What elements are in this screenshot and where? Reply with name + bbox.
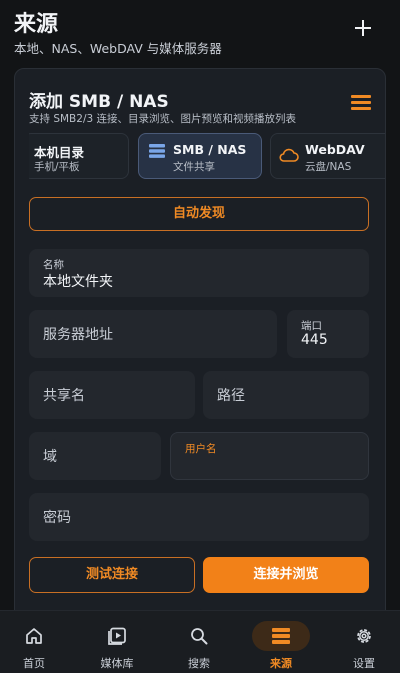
password-placeholder: 密码: [43, 510, 71, 526]
path-placeholder: 路径: [217, 388, 245, 404]
library-icon: [108, 627, 126, 645]
test-connection-button[interactable]: 测试连接: [29, 557, 195, 593]
source-type-selector: 本机目录 手机/平板 SMB / NAS 文件共享 WebDAV 云盘/NAS: [29, 133, 385, 181]
nav-sources[interactable]: 来源: [241, 611, 321, 673]
server-address-field[interactable]: 服务器地址: [29, 310, 277, 358]
username-field[interactable]: 用户名: [170, 432, 369, 480]
name-value: 本地文件夹: [43, 274, 113, 290]
connect-browse-button[interactable]: 连接并浏览: [203, 557, 369, 593]
nav-home[interactable]: 首页: [0, 611, 74, 673]
domain-placeholder: 域: [43, 449, 57, 465]
path-field[interactable]: 路径: [203, 371, 369, 419]
name-label: 名称: [43, 259, 64, 271]
type-smb-sub: 文件共享: [173, 161, 215, 173]
auto-discover-button[interactable]: 自动发现: [29, 197, 369, 231]
password-field[interactable]: 密码: [29, 493, 369, 541]
domain-field[interactable]: 域: [29, 432, 161, 480]
username-label: 用户名: [185, 443, 217, 455]
add-source-button[interactable]: [354, 19, 372, 37]
nav-search-label: 搜索: [188, 657, 210, 670]
name-field[interactable]: 名称 本地文件夹: [29, 249, 369, 297]
port-value: 445: [301, 332, 328, 348]
sources-icon: [272, 628, 290, 644]
bottom-navigation: 首页 媒体库 搜索 来源 设置: [0, 610, 400, 673]
type-local-folder[interactable]: 本机目录 手机/平板: [29, 133, 129, 179]
nav-library-label: 媒体库: [100, 657, 134, 670]
nav-settings-label: 设置: [353, 657, 375, 670]
server-address-placeholder: 服务器地址: [43, 327, 113, 343]
add-smb-card: 添加 SMB / NAS 支持 SMB2/3 连接、目录浏览、图片预览和视频播放…: [14, 68, 386, 630]
type-webdav-label: WebDAV: [305, 142, 365, 157]
search-icon: [191, 628, 208, 645]
port-label: 端口: [301, 320, 322, 332]
card-description: 支持 SMB2/3 连接、目录浏览、图片预览和视频播放列表: [29, 113, 297, 125]
nav-library[interactable]: 媒体库: [77, 611, 157, 673]
cloud-icon: [279, 148, 299, 162]
nav-search[interactable]: 搜索: [159, 611, 239, 673]
port-field[interactable]: 端口 445: [287, 310, 369, 358]
server-icon: [149, 144, 165, 158]
gear-icon: [357, 629, 371, 643]
page-subtitle: 本地、NAS、WebDAV 与媒体服务器: [14, 41, 222, 56]
page-title: 来源: [14, 12, 59, 37]
nav-sources-label: 来源: [270, 657, 292, 670]
share-name-field[interactable]: 共享名: [29, 371, 195, 419]
type-local-sub: 手机/平板: [34, 161, 80, 173]
stack-menu-icon[interactable]: [351, 95, 371, 111]
type-smb-nas[interactable]: SMB / NAS 文件共享: [138, 133, 262, 179]
card-title: 添加 SMB / NAS: [29, 92, 169, 112]
nav-settings[interactable]: 设置: [324, 611, 400, 673]
page-header: 来源 本地、NAS、WebDAV 与媒体服务器: [0, 0, 400, 62]
type-webdav[interactable]: WebDAV 云盘/NAS: [270, 133, 385, 179]
type-smb-label: SMB / NAS: [173, 142, 247, 157]
type-webdav-sub: 云盘/NAS: [305, 161, 352, 173]
nav-home-label: 首页: [23, 657, 45, 670]
share-name-placeholder: 共享名: [43, 388, 85, 404]
home-icon: [26, 628, 42, 644]
